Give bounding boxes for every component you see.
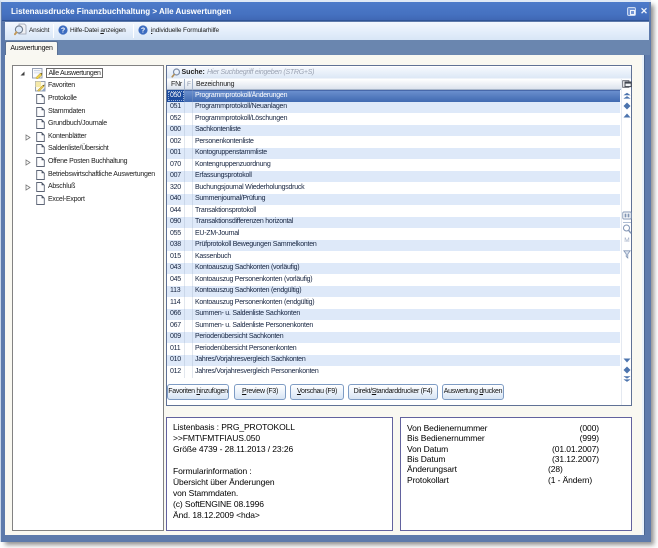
svg-text:?: ? <box>141 27 145 35</box>
svg-text:?: ? <box>61 27 65 35</box>
